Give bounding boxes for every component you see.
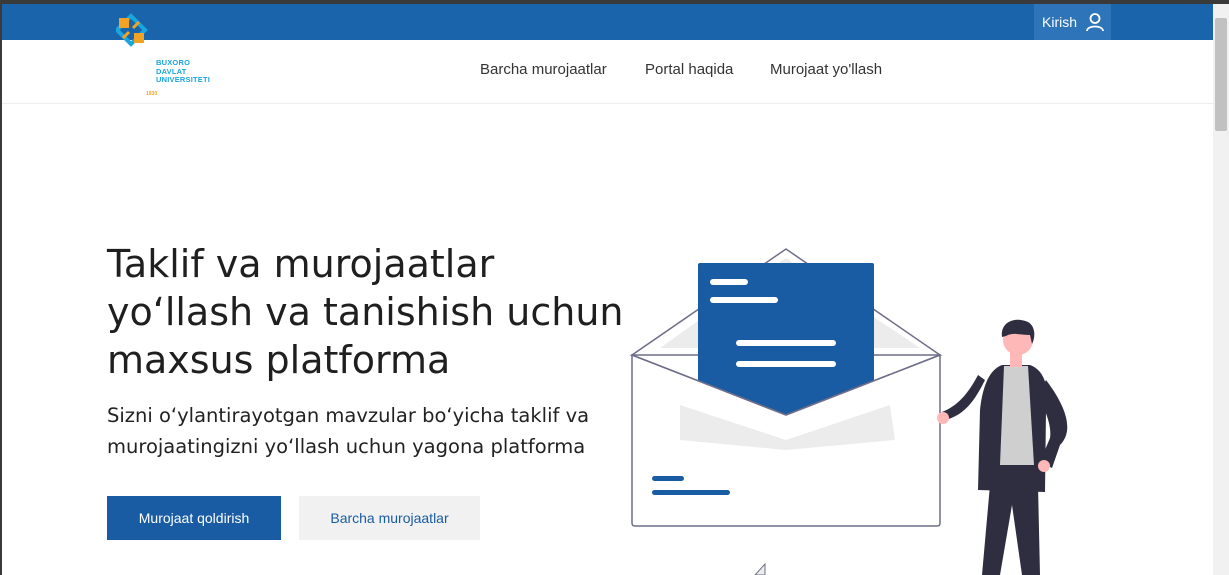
- scrollbar-thumb[interactable]: [1215, 18, 1227, 131]
- nav-send-appeal[interactable]: Murojaat yo'llash: [770, 61, 882, 78]
- hero-subtitle: Sizni o‘ylantirayotgan mavzular bo‘yicha…: [107, 400, 627, 462]
- login-button[interactable]: Kirish: [1034, 4, 1111, 40]
- hero-title-line-3: maxsus platforma: [107, 338, 451, 382]
- university-logo[interactable]: [116, 13, 226, 53]
- logo-line-3: UNIVERSITETI: [156, 75, 211, 84]
- logo-text: BUXORO DAVLAT UNIVERSITETI: [156, 58, 211, 85]
- hero-title-line-1: Taklif va murojaatlar: [107, 242, 495, 286]
- envelope-illustration: [629, 248, 1068, 575]
- person-figure: [937, 319, 1068, 575]
- all-appeals-button[interactable]: Barcha murojaatlar: [299, 496, 480, 540]
- hero-subtitle-line-2: murojaatingizni yo‘llash uchun yagona pl…: [107, 435, 586, 458]
- hero-title: Taklif va murojaatlar yo‘llash va tanish…: [107, 240, 627, 384]
- nav-all-appeals[interactable]: Barcha murojaatlar: [480, 61, 607, 78]
- leave-appeal-button[interactable]: Murojaat qoldirish: [107, 496, 281, 540]
- hero-title-line-2: yo‘llash va tanishish uchun: [107, 290, 624, 334]
- hero-subtitle-line-1: Sizni o‘ylantirayotgan mavzular bo‘yicha…: [107, 404, 590, 427]
- nav-about-portal[interactable]: Portal haqida: [645, 61, 733, 78]
- login-label: Kirish: [1042, 14, 1078, 30]
- logo-year: 1930: [146, 91, 158, 97]
- user-icon: [1086, 13, 1104, 32]
